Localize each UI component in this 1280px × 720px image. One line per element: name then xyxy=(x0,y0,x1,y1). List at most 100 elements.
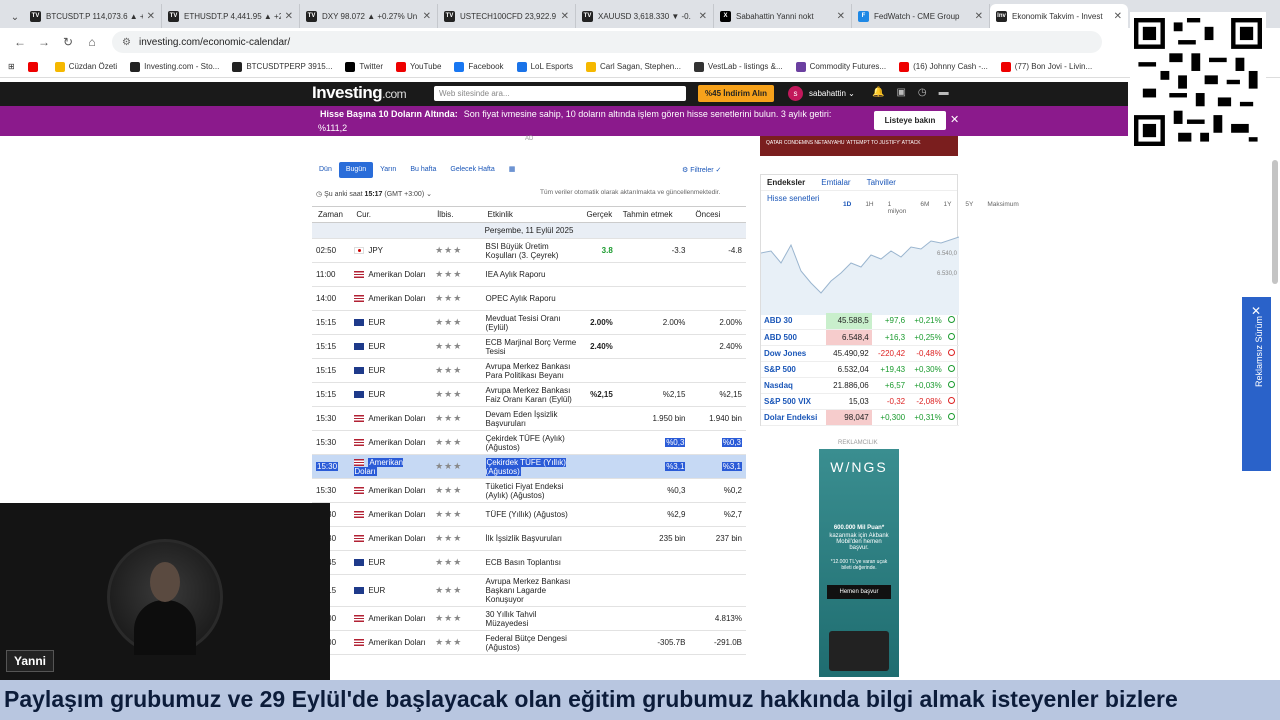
bookmark-item[interactable]: BTCUSDTPERP 3915... xyxy=(232,61,332,72)
bookmark-item[interactable] xyxy=(27,61,42,72)
market-tab[interactable]: Tahviller xyxy=(867,178,896,187)
event-name[interactable]: OPEC Aylık Raporu xyxy=(481,286,581,311)
filter-2[interactable]: Yarın xyxy=(373,162,403,178)
event-name[interactable]: IEA Aylık Raporu xyxy=(481,262,581,287)
event-name-text[interactable]: Avrupa Merkez Bankası Para Politikası Be… xyxy=(486,362,571,380)
wings-ad[interactable]: W/NGS 600.000 Mil Puan* kazanmak için Ak… xyxy=(819,449,899,677)
range-option[interactable]: 1Y xyxy=(943,201,951,215)
url-field[interactable]: ⚙ investing.com/economic-calendar/ xyxy=(112,31,1102,53)
market-tab[interactable]: Endeksler xyxy=(767,178,805,187)
filter-4[interactable]: Gelecek Hafta xyxy=(443,162,501,178)
market-name[interactable]: Dolar Endeksi xyxy=(761,409,827,426)
event-name[interactable]: Çekirdek TÜFE (Yıllık) (Ağustos) xyxy=(481,454,581,479)
market-row[interactable]: S&P 500 6.532,04 +19,43 +0,30% xyxy=(761,361,959,378)
table-row[interactable]: 15:30 Amerikan Doları ★★★ Tüketici Fiyat En… xyxy=(312,478,746,503)
table-row[interactable]: 15:15 EUR ★★★ Mevduat Tesisi Oranı (Eylül) 2… xyxy=(312,310,746,335)
close-tab-icon[interactable]: ✕ xyxy=(837,11,845,22)
event-name[interactable]: ECB Marjinal Borç Verme Tesisi xyxy=(481,334,581,359)
table-row[interactable]: 15:15 EUR ★★★ Avrupa Merkez Bankası Para Po… xyxy=(312,358,746,383)
event-name-text[interactable]: Devam Eden İşsizlik Başvuruları xyxy=(486,410,558,428)
table-row[interactable]: 02:50 JPY ★★★ BSI Büyük Üretim Koşulları (3… xyxy=(312,238,746,263)
ad-apply-button[interactable]: Hemen başvur xyxy=(827,585,891,599)
event-name[interactable]: Avrupa Merkez Bankası Para Politikası Be… xyxy=(481,358,581,383)
event-name-text[interactable]: Çekirdek TÜFE (Aylık) (Ağustos) xyxy=(486,434,565,452)
event-name-text[interactable]: ECB Basın Toplantısı xyxy=(486,558,561,567)
market-row[interactable]: Dolar Endeksi 98,047 +0,300 +0,31% xyxy=(761,409,959,426)
filters-button[interactable]: ⚙ Filtreler ✓ xyxy=(682,166,721,174)
event-name[interactable]: ECB Basın Toplantısı xyxy=(481,550,581,575)
event-name-text[interactable]: OPEC Aylık Raporu xyxy=(486,294,556,303)
tab-search-icon[interactable]: ⌄ xyxy=(6,6,24,28)
market-row[interactable]: ABD 30 45.588,5 +97,6 +0,21% xyxy=(761,313,959,330)
ad-free-widget[interactable]: ✕ Reklamsız Sürüm xyxy=(1242,297,1271,471)
forward-icon[interactable]: → xyxy=(32,35,56,49)
event-name[interactable]: 30 Yıllık Tahvil Müzayedesi xyxy=(481,606,581,631)
column-header[interactable]: Tahmin etmek xyxy=(616,206,690,223)
event-name[interactable]: Devam Eden İşsizlik Başvuruları xyxy=(481,406,581,431)
close-tab-icon[interactable]: ✕ xyxy=(561,11,569,22)
event-name-text[interactable]: Çekirdek TÜFE (Yıllık) (Ağustos) xyxy=(485,457,566,476)
bookmark-item[interactable]: Twitter xyxy=(345,61,383,72)
range-option[interactable]: Maksimum xyxy=(987,201,1018,215)
close-tab-icon[interactable]: ✕ xyxy=(147,11,155,22)
market-name[interactable]: Dow Jones xyxy=(761,345,827,362)
table-row[interactable]: 14:00 Amerikan Doları ★★★ OPEC Aylık Raporu xyxy=(312,286,746,311)
market-row[interactable]: ABD 500 6.548,4 +16,3 +0,25% xyxy=(761,329,959,346)
bookmark-item[interactable]: Carl Sagan, Stephen... xyxy=(585,61,681,72)
calendar-icon[interactable]: ▦ xyxy=(502,162,523,178)
bookmark-item[interactable]: VestLab - listings &... xyxy=(693,61,783,72)
event-name-text[interactable]: Federal Bütçe Dengesi (Ağustos) xyxy=(486,634,567,652)
event-name[interactable]: Çekirdek TÜFE (Aylık) (Ağustos) xyxy=(481,430,581,455)
table-row[interactable]: 15:30 Amerikan Doları ★★★ Çekirdek TÜFE (Ay… xyxy=(312,430,746,455)
market-row[interactable]: Nasdaq 21.886,06 +6,57 +0,03% xyxy=(761,377,959,394)
event-name[interactable]: Tüketici Fiyat Endeksi (Aylık) (Ağustos) xyxy=(481,478,581,503)
back-icon[interactable]: ← xyxy=(8,35,32,49)
browser-tab[interactable]: Inv Ekonomik Takvim - Invest ✕ xyxy=(990,4,1128,28)
timezone-select[interactable]: (GMT +3:00) xyxy=(384,191,424,198)
market-row[interactable]: Dow Jones 45.490,92 -220,42 -0,48% xyxy=(761,345,959,362)
column-header[interactable]: Gerçek xyxy=(580,206,617,223)
browser-tab[interactable]: F FedWatch - CME Group ✕ xyxy=(852,4,990,28)
market-tab[interactable]: Emtialar xyxy=(821,178,850,187)
bookmark-item[interactable]: YouTube xyxy=(395,61,441,72)
range-option[interactable]: 5Y xyxy=(965,201,973,215)
range-option[interactable]: 1 milyon xyxy=(888,201,907,215)
event-name[interactable]: Avrupa Merkez Bankası Başkanı Lagarde Ko… xyxy=(481,574,581,607)
close-tab-icon[interactable]: ✕ xyxy=(423,11,431,22)
column-header[interactable]: Zaman xyxy=(312,206,351,223)
scrollbar[interactable] xyxy=(1272,160,1278,284)
bookmark-item[interactable]: Investing.com - Sto... xyxy=(130,61,219,72)
column-header[interactable]: Etkinlik xyxy=(481,206,581,223)
bell-icon[interactable]: 🔔 xyxy=(872,87,896,98)
range-option[interactable]: 1D xyxy=(843,201,851,215)
event-name-text[interactable]: 30 Yıllık Tahvil Müzayedesi xyxy=(486,610,537,628)
bookmark-item[interactable]: Commodity Futures... xyxy=(795,61,886,72)
browser-tab[interactable]: TV XAUUSD 3,618.330 ▼ -0. ✕ xyxy=(576,4,714,28)
event-name-text[interactable]: Mevduat Tesisi Oranı (Eylül) xyxy=(486,314,561,332)
news-ad-strip[interactable]: QATAR CONDEMNS NETANYAHU 'ATTEMPT TO JUS… xyxy=(760,136,958,156)
table-row[interactable]: 15:30Amerikan Doları★★★TÜFE (Yıllık) (Ağ… xyxy=(312,502,746,527)
column-header[interactable]: Öncesi xyxy=(689,206,746,223)
browser-tab[interactable]: TV ETHUSDT.P 4,441.95 ▲ +2. ✕ xyxy=(162,4,300,28)
investing-logo[interactable]: Investing.com xyxy=(312,83,407,103)
table-row[interactable]: 15:15 EUR ★★★ Avrupa Merkez Bankası Faiz Or… xyxy=(312,382,746,407)
see-list-button[interactable]: Listeye bakın xyxy=(874,111,946,130)
browser-tab[interactable]: TV USTECH100CFD 23,922.9 ✕ xyxy=(438,4,576,28)
table-row[interactable]: 11:00 Amerikan Doları ★★★ IEA Aylık Raporu xyxy=(312,262,746,287)
clock-icon[interactable]: ◷ xyxy=(918,87,939,98)
filter-1[interactable]: Bugün xyxy=(338,162,374,178)
close-tab-icon[interactable]: ✕ xyxy=(699,11,707,22)
table-row[interactable]: 20:00Amerikan Doları★★★30 Yıllık Tahvil … xyxy=(312,606,746,631)
market-name[interactable]: ABD 500 xyxy=(761,329,827,346)
browser-tab[interactable]: TV DXY 98.072 ▲ +0.27% Un ✕ xyxy=(300,4,438,28)
event-name[interactable]: Mevduat Tesisi Oranı (Eylül) xyxy=(481,310,581,335)
market-name[interactable]: Nasdaq xyxy=(761,377,827,394)
event-name[interactable]: BSI Büyük Üretim Koşulları (3. Çeyrek) xyxy=(481,238,581,263)
market-row[interactable]: S&P 500 VIX 15,03 -0,32 -2,08% xyxy=(761,393,959,410)
table-row[interactable]: 15:30 Amerikan Doları ★★★ Çekirdek TÜFE (Yı… xyxy=(312,454,746,479)
market-name[interactable]: ABD 30 xyxy=(761,313,827,330)
apps-icon[interactable]: ⊞ xyxy=(8,62,15,71)
event-name-text[interactable]: ECB Marjinal Borç Verme Tesisi xyxy=(486,338,577,356)
bookmark-item[interactable]: (16) Johnny Cash -... xyxy=(899,61,988,72)
table-row[interactable]: 15:30Amerikan Doları★★★İlk İşsizlik Başv… xyxy=(312,526,746,551)
